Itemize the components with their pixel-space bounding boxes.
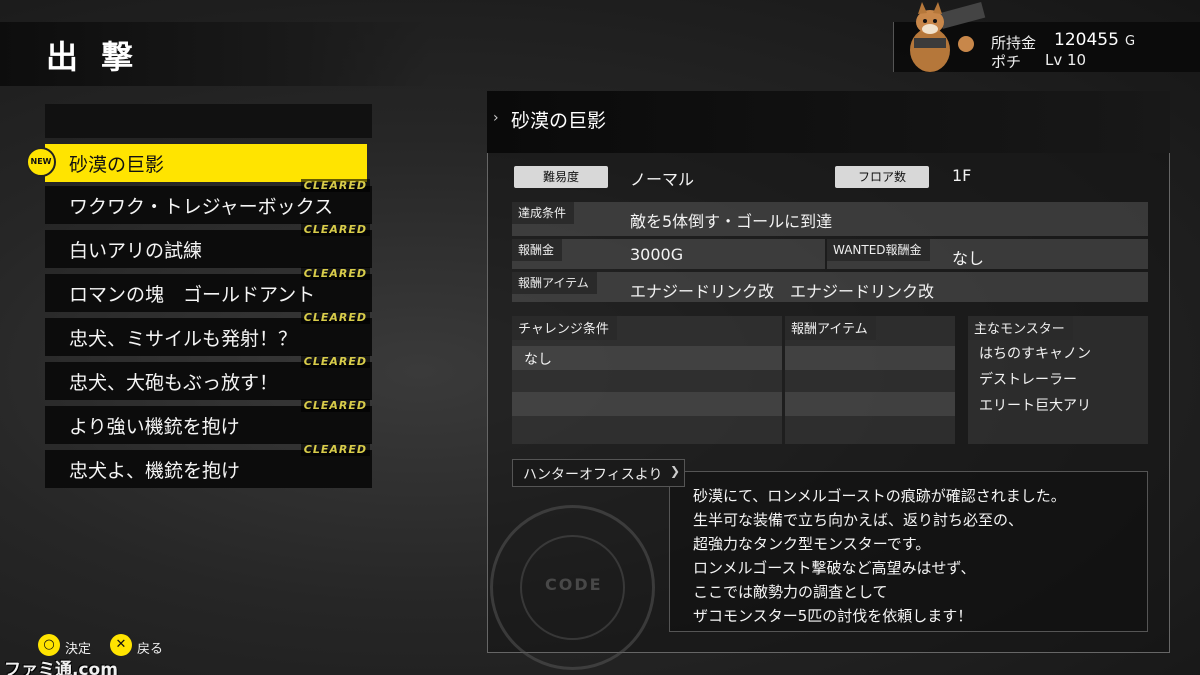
mission-item[interactable]: 忠犬よ、機銃を抱け CLEARED [45, 443, 372, 488]
monster-item: エリート巨大アリ [979, 398, 1091, 414]
goal-label: 達成条件 [512, 202, 575, 224]
mission-label: 忠犬よ、機銃を抱け [69, 460, 241, 482]
mission-item[interactable]: ワクワク・トレジャーボックス CLEARED [45, 179, 372, 224]
money-value: 120455 [1054, 30, 1119, 50]
floor-value: 1F [952, 166, 972, 185]
stripe [785, 392, 955, 416]
challenge-item-label: 報酬アイテム [785, 316, 876, 340]
difficulty-label: 難易度 [514, 166, 608, 188]
item-value: エナジードリンク改 エナジードリンク改 [630, 282, 935, 301]
dog-avatar-icon [910, 2, 986, 72]
challenge-value: なし [524, 352, 552, 368]
reward-label: 報酬金 [512, 239, 563, 261]
confirm-button-icon[interactable]: ○ [38, 634, 60, 656]
message-line: 生半可な装備で立ち向かえば、返り討ち必至の、 [693, 511, 1024, 529]
chevron-right-icon: › [493, 110, 499, 126]
page-title: 出 撃 [46, 38, 140, 76]
pet-level: Lv 10 [1045, 51, 1087, 69]
new-badge: NEW [26, 147, 56, 177]
message-line: 砂漠にて、ロンメルゴーストの痕跡が確認されました。 [693, 487, 1066, 505]
cleared-badge: CLEARED [300, 311, 370, 324]
floor-label: フロア数 [835, 166, 929, 188]
mission-item[interactable]: 白いアリの試練 CLEARED [45, 223, 372, 268]
item-label: 報酬アイテム [512, 272, 597, 294]
mission-item[interactable]: 忠犬、大砲もぶっ放す！ CLEARED [45, 355, 372, 400]
back-button-icon[interactable]: ✕ [110, 634, 132, 656]
money-label: 所持金 [991, 34, 1037, 52]
mission-item[interactable]: 忠犬、ミサイルも発射！？ CLEARED [45, 311, 372, 356]
mission-item[interactable]: ロマンの塊 ゴールドアント CLEARED [45, 267, 372, 312]
back-label: 戻る [137, 642, 164, 657]
challenge-label: チャレンジ条件 [512, 316, 617, 340]
stripe [785, 346, 955, 370]
reward-value: 3000G [630, 245, 684, 264]
mission-item-selected[interactable]: 砂漠の巨影 [45, 144, 367, 182]
message-line: ロンメルゴースト撃破など高望みはせず、 [693, 559, 976, 577]
mission-label: 忠犬、ミサイルも発射！？ [69, 328, 298, 350]
wanted-value: なし [952, 249, 985, 268]
stripe [512, 392, 782, 416]
cleared-badge: CLEARED [300, 179, 370, 192]
mission-item[interactable]: より強い機銃を抱け CLEARED [45, 399, 372, 444]
wanted-label: WANTED報酬金 [827, 239, 930, 261]
mission-list-header [45, 104, 372, 138]
message-line: 超強力なタンク型モンスターです。 [693, 535, 931, 553]
mission-label: ワクワク・トレジャーボックス [69, 196, 334, 218]
message-line: ザコモンスター5匹の討伐を依頼します！ [693, 607, 973, 625]
cleared-badge: CLEARED [300, 443, 370, 456]
cleared-badge: CLEARED [300, 267, 370, 280]
monster-item: デストレーラー [979, 372, 1077, 388]
monster-label: 主なモンスター [968, 316, 1073, 340]
difficulty-value: ノーマル [630, 170, 695, 189]
mission-label: より強い機銃を抱け [69, 416, 240, 438]
cleared-badge: CLEARED [300, 223, 370, 236]
cleared-badge: CLEARED [300, 399, 370, 412]
mission-label: ロマンの塊 ゴールドアント [69, 284, 316, 306]
monster-item: はちのすキャノン [979, 346, 1091, 362]
site-watermark: ファミ通.com [4, 660, 118, 675]
chevron-right-icon: ❯ [670, 464, 681, 478]
mission-label: 砂漠の巨影 [69, 154, 165, 176]
detail-title: 砂漠の巨影 [511, 110, 607, 132]
goal-value: 敵を5体倒す・ゴールに到達 [630, 212, 833, 231]
mission-label: 忠犬、大砲もぶっ放す！ [69, 372, 279, 394]
message-line: ここでは敵勢力の調査として [693, 583, 888, 601]
cleared-badge: CLEARED [300, 355, 370, 368]
mission-label: 白いアリの試練 [69, 240, 203, 262]
office-tab: ハンターオフィスより [512, 459, 686, 487]
pet-name: ポチ [991, 53, 1022, 71]
stripe [512, 346, 782, 370]
stamp-code: CODE [545, 575, 603, 594]
money-unit: G [1125, 34, 1136, 49]
